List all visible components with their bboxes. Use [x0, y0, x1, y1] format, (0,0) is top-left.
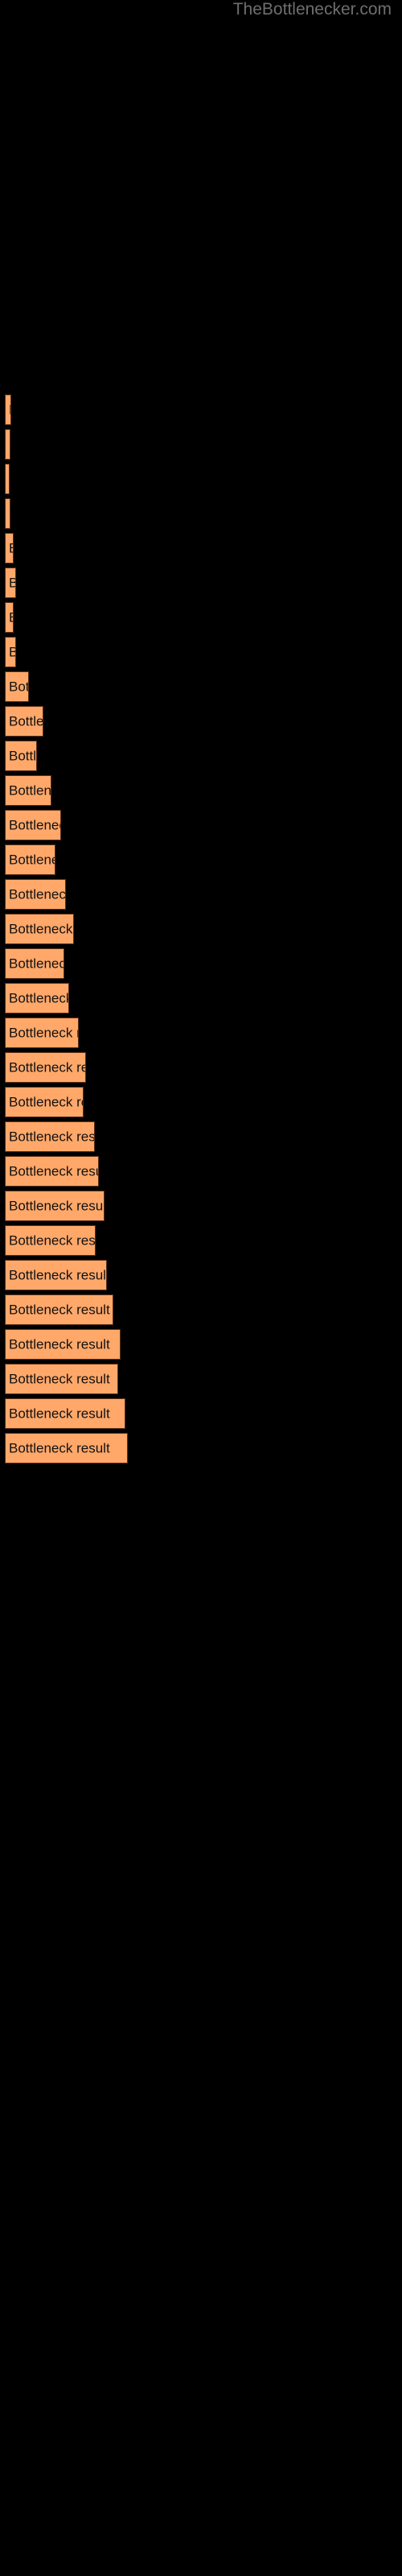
bar-label: Bottleneck result	[9, 713, 43, 729]
chart-bar[interactable]: Bottleneck result	[5, 1433, 128, 1463]
bar-label: Bottleneck result	[9, 1129, 95, 1145]
chart-bar[interactable]: Bottleneck result	[5, 706, 43, 737]
bottleneck-chart-page: TheBottlenecker.com Bottleneck resultBot…	[0, 0, 402, 2576]
bar-label: Bottleneck result	[9, 817, 60, 833]
bar-chart-plot-area: Bottleneck result Bottleneck result Bottle…	[0, 0, 402, 2576]
bar-label: Bottleneck result	[9, 1094, 83, 1110]
chart-bar[interactable]: Bottleneck result	[5, 602, 14, 633]
chart-bar[interactable]: Bottleneck result	[5, 568, 16, 598]
bar-label: Bottleneck result	[9, 956, 64, 972]
chart-bar[interactable]: Bottleneck result	[5, 1294, 113, 1325]
bar-label: Bottleneck result	[9, 437, 10, 452]
chart-bar[interactable]: Bottleneck result	[5, 1156, 99, 1187]
chart-bar[interactable]: Bottleneck result	[5, 1121, 95, 1152]
bar-label: Bottleneck result	[9, 1059, 85, 1075]
bar-label: Bottleneck result	[9, 1163, 98, 1179]
chart-bar[interactable]: Bottleneck result	[5, 394, 11, 425]
bar-label: Bottleneck result	[9, 610, 13, 625]
chart-bar[interactable]: Bottleneck result	[5, 810, 61, 840]
bar-label: Bottleneck result	[9, 402, 10, 418]
chart-bar[interactable]: Bottleneck result	[5, 1225, 96, 1256]
chart-bar[interactable]: Bottleneck result	[5, 879, 66, 910]
bar-label: Bottleneck result	[9, 921, 73, 937]
chart-bar[interactable]: Bottleneck result	[5, 671, 29, 702]
chart-bar[interactable]: Bottleneck result	[5, 1364, 118, 1394]
chart-bar[interactable]: Bottleneck result	[5, 1398, 125, 1429]
bar-label: Bottleneck result	[9, 886, 66, 902]
chart-bar[interactable]: Bottleneck result	[5, 498, 10, 529]
bar-label: Bottleneck result	[9, 1267, 107, 1283]
bar-label: Bottleneck result	[9, 679, 28, 695]
chart-bar[interactable]: Bottleneck result	[5, 1018, 79, 1048]
chart-bar[interactable]: Bottleneck result	[5, 1191, 105, 1221]
bar-label: Bottleneck result	[9, 1371, 110, 1387]
chart-bar[interactable]: Bottleneck result	[5, 741, 37, 771]
bar-label: Bottleneck result	[9, 1440, 110, 1456]
bar-label: Bottleneck result	[9, 1336, 110, 1352]
chart-bar[interactable]: Bottleneck result	[5, 1052, 86, 1083]
bar-label: Bottleneck result	[9, 748, 37, 764]
bar-label: Bottleneck result	[9, 990, 69, 1006]
bar-label: Bottleneck result	[9, 852, 55, 868]
chart-bar[interactable]: Bottleneck result	[5, 533, 14, 564]
chart-bar[interactable]: Bottleneck result	[5, 1329, 121, 1360]
bar-label: Bottleneck result	[9, 541, 13, 556]
bar-label: Bottleneck result	[9, 472, 10, 487]
bar-label: Bottleneck result	[9, 1198, 105, 1214]
chart-bar[interactable]: Bottleneck result	[5, 429, 10, 460]
bar-label: Bottleneck result	[9, 576, 15, 591]
chart-bar[interactable]: Bottleneck result	[5, 464, 10, 494]
chart-bar[interactable]: Bottleneck result	[5, 983, 69, 1013]
chart-bar[interactable]: Bottleneck result	[5, 914, 74, 944]
bar-label: Bottleneck result	[9, 782, 51, 799]
chart-bar[interactable]: Bottleneck result	[5, 948, 64, 979]
bar-label: Bottleneck result	[9, 1302, 110, 1318]
chart-bar[interactable]: Bottleneck result	[5, 844, 55, 875]
bar-label: Bottleneck result	[9, 1025, 78, 1041]
bar-label: Bottleneck result	[9, 1232, 96, 1249]
bar-label: Bottleneck result	[9, 1406, 110, 1422]
chart-bar[interactable]: Bottleneck result	[5, 1087, 84, 1117]
chart-bar[interactable]: Bottleneck result	[5, 1260, 107, 1290]
bar-label: Bottleneck result	[9, 506, 10, 522]
chart-bar[interactable]: Bottleneck result	[5, 775, 51, 806]
bar-label: Bottleneck result	[9, 645, 15, 660]
chart-bar[interactable]: Bottleneck result	[5, 637, 16, 667]
